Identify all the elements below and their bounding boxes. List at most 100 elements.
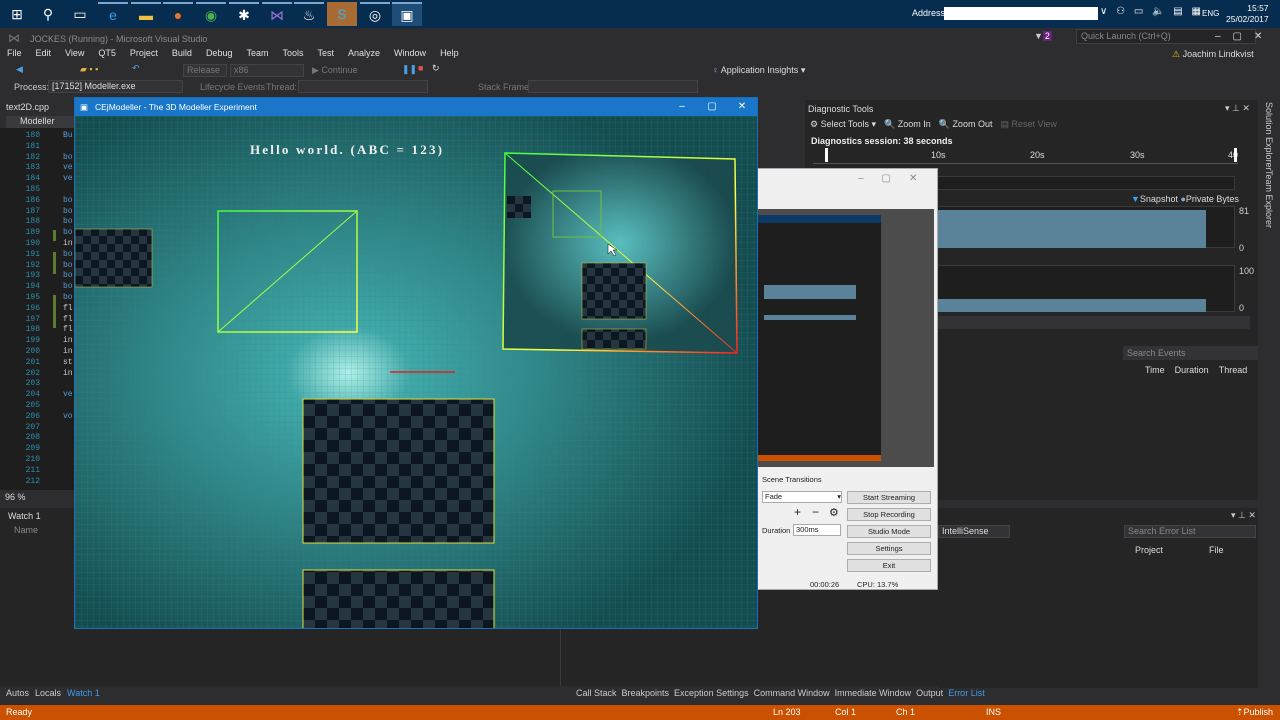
memory-graph[interactable]: [935, 206, 1235, 248]
reset-view-button[interactable]: ▤ Reset View: [1000, 119, 1056, 130]
menu-test[interactable]: Test: [311, 48, 342, 62]
process-select[interactable]: [17152] Modeller.exe: [48, 80, 183, 93]
system-tray-icons[interactable]: ∨ ⚇ ▭ 🔈 ▤ ▦: [1100, 6, 1204, 17]
firefox-icon[interactable]: ●: [163, 2, 193, 26]
edge-icon[interactable]: e: [98, 2, 128, 26]
remove-transition-icon[interactable]: −: [812, 505, 819, 519]
steam-icon[interactable]: ♨: [294, 2, 324, 26]
stop-icon[interactable]: ■: [418, 63, 423, 73]
timeline-ruler[interactable]: 10s 20s 30s 40: [813, 148, 1238, 164]
col-thread[interactable]: Thread: [1219, 365, 1248, 375]
tab-call-stack[interactable]: Call Stack: [576, 688, 617, 698]
tab-exception-settings[interactable]: Exception Settings: [674, 688, 749, 698]
tab-autos[interactable]: Autos: [6, 688, 29, 698]
stack-frame-select[interactable]: [528, 80, 698, 93]
obs-icon[interactable]: ◎: [360, 2, 390, 26]
team-explorer-tab[interactable]: Team Explorer: [1264, 170, 1274, 228]
application-insights-button[interactable]: ♀ Application Insights ▾: [712, 65, 805, 76]
undo-icon[interactable]: ↶: [132, 63, 140, 74]
window-controls[interactable]: –▢✕: [1215, 31, 1274, 42]
modeller-titlebar[interactable]: ▣ CEjModeller - The 3D Modeller Experime…: [75, 98, 757, 116]
platform-select[interactable]: x86: [230, 64, 304, 77]
zoom-out-button[interactable]: 🔍 Zoom Out: [939, 119, 993, 130]
start-streaming-button[interactable]: Start Streaming: [847, 491, 931, 504]
chrome-icon[interactable]: ◉: [196, 2, 226, 26]
transition-select[interactable]: Fade ▾: [762, 491, 842, 503]
menu-build[interactable]: Build: [165, 48, 199, 62]
windows-start-icon[interactable]: ⊞: [2, 2, 32, 26]
pause-icon[interactable]: ❚❚: [402, 64, 417, 75]
search-events-input[interactable]: Search Events: [1123, 346, 1258, 360]
cpu-graph[interactable]: [935, 265, 1235, 312]
obs-preview[interactable]: [758, 209, 934, 467]
menu-team[interactable]: Team: [239, 48, 275, 62]
language-indicator[interactable]: ENG: [1202, 9, 1219, 18]
close-button[interactable]: ✕: [727, 98, 757, 116]
thread-select[interactable]: [298, 80, 428, 93]
minimize-button[interactable]: –: [667, 98, 697, 116]
duration-input[interactable]: 300ms: [793, 524, 841, 536]
code-editor[interactable]: 180 Bu 181 182 bo 183 ve 184 ve 185 186 bo 187 bo 188 b…: [0, 128, 75, 490]
notification-filter-icon[interactable]: ▼ 2: [1034, 31, 1052, 41]
project-combo[interactable]: Modeller: [6, 116, 74, 128]
visual-studio-icon[interactable]: ⋈: [262, 2, 292, 26]
open-file-icon[interactable]: ▰ ▪ ▪: [80, 64, 98, 75]
solution-explorer-tab[interactable]: Solution Explorer: [1264, 102, 1274, 171]
user-account[interactable]: ⚠ Joachim Lindkvist: [1172, 49, 1254, 60]
stop-recording-button[interactable]: Stop Recording: [847, 508, 931, 521]
continue-button[interactable]: ▶ Continue: [312, 65, 357, 76]
intellisense-filter[interactable]: IntelliSense: [938, 525, 1010, 538]
maximize-button[interactable]: ▢: [697, 98, 727, 116]
clock[interactable]: 15:57 25/02/2017: [1226, 3, 1269, 25]
back-icon[interactable]: ◀: [16, 64, 23, 75]
tab-watch-1[interactable]: Watch 1: [67, 688, 100, 698]
tab-output[interactable]: Output: [916, 688, 943, 698]
lifecycle-events-button[interactable]: Lifecycle Events: [200, 82, 265, 92]
panel-controls[interactable]: ▾ ⊥ ✕: [1231, 510, 1256, 521]
menu-view[interactable]: View: [58, 48, 91, 62]
menu-debug[interactable]: Debug: [199, 48, 240, 62]
col-duration[interactable]: Duration: [1175, 365, 1209, 375]
col-project[interactable]: Project: [1135, 545, 1163, 555]
tab-breakpoints[interactable]: Breakpoints: [622, 688, 670, 698]
obs-window-controls[interactable]: –▢✕: [858, 173, 935, 184]
select-tools-button[interactable]: ⚙ Select Tools ▾: [810, 119, 876, 130]
publish-button[interactable]: ⇡ Publish: [1236, 705, 1273, 720]
tab-command-window[interactable]: Command Window: [754, 688, 830, 698]
configuration-select[interactable]: Release: [183, 64, 227, 77]
zoom-in-button[interactable]: 🔍 Zoom In: [884, 119, 931, 130]
search-icon[interactable]: ⚲: [33, 2, 63, 26]
slack-icon[interactable]: ✱: [229, 2, 259, 26]
task-view-icon[interactable]: ▭: [65, 2, 95, 26]
col-file[interactable]: File: [1209, 545, 1224, 555]
panel-controls[interactable]: ▾ ⊥ ✕: [1225, 103, 1250, 114]
timeline-start-handle[interactable]: [825, 148, 828, 162]
zoom-level[interactable]: 96 %: [0, 492, 75, 504]
menu-project[interactable]: Project: [123, 48, 165, 62]
address-input[interactable]: [944, 7, 1098, 20]
app-window-icon[interactable]: ▣: [392, 2, 422, 26]
tab-immediate-window[interactable]: Immediate Window: [835, 688, 912, 698]
studio-mode-button[interactable]: Studio Mode: [847, 525, 931, 538]
tab-locals[interactable]: Locals: [35, 688, 61, 698]
col-time[interactable]: Time: [1145, 365, 1165, 375]
restart-icon[interactable]: ↻: [432, 63, 440, 74]
file-explorer-icon[interactable]: ▬: [131, 2, 161, 26]
menu-analyze[interactable]: Analyze: [341, 48, 387, 62]
add-transition-icon[interactable]: +: [794, 505, 801, 519]
timeline-end-handle[interactable]: [1234, 148, 1237, 162]
3d-viewport[interactable]: Hello world. (ABC = 123): [75, 116, 758, 629]
menu-file[interactable]: File: [0, 48, 29, 62]
gear-icon[interactable]: ⚙: [829, 506, 839, 519]
menu-tools[interactable]: Tools: [275, 48, 310, 62]
menu-window[interactable]: Window: [387, 48, 433, 62]
watch-name-column[interactable]: Name: [14, 525, 38, 535]
menu-edit[interactable]: Edit: [29, 48, 59, 62]
skype-icon[interactable]: S: [327, 2, 357, 26]
menu-help[interactable]: Help: [433, 48, 466, 62]
tab-text2d-cpp[interactable]: text2D.cpp: [6, 102, 49, 112]
exit-button[interactable]: Exit: [847, 559, 931, 572]
tab-error-list[interactable]: Error List: [948, 688, 985, 698]
menu-qt5[interactable]: QT5: [91, 48, 123, 62]
settings-button[interactable]: Settings: [847, 542, 931, 555]
